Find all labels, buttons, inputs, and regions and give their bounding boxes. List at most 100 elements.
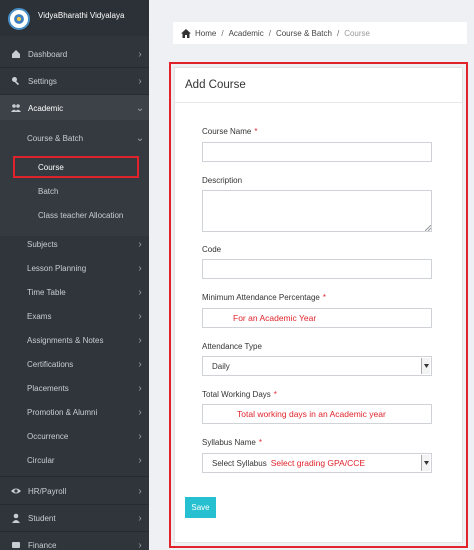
breadcrumb: Home / Academic / Course & Batch / Cours… (173, 22, 467, 44)
chevron-right-icon: › (138, 430, 142, 442)
min-attendance-input[interactable]: For an Academic Year (202, 308, 432, 328)
sidebar-subitem-promotion-alumni[interactable]: Promotion & Alumni › (0, 400, 149, 424)
min-attendance-label: Minimum Attendance Percentage * (202, 293, 326, 302)
user-icon (6, 513, 26, 523)
sidebar-subitem-label: Circular (27, 455, 55, 465)
description-label: Description (202, 176, 243, 185)
sidebar-subitem-time-table[interactable]: Time Table › (0, 280, 149, 304)
sidebar-subitem-assignments-notes[interactable]: Assignments & Notes › (0, 328, 149, 352)
dropdown-arrow-icon[interactable] (421, 455, 430, 471)
working-days-label: Total Working Days * (202, 390, 277, 399)
chevron-right-icon: › (138, 310, 142, 322)
sidebar-item-academic[interactable]: Academic ⌄ (0, 95, 149, 121)
sidebar-subitem-circular[interactable]: Circular › (0, 448, 149, 472)
sidebar-subitem-label: Exams (27, 311, 52, 321)
school-logo (8, 8, 30, 30)
sidebar-item-label: Dashboard (28, 49, 68, 59)
attendance-type-select[interactable]: Daily (202, 356, 432, 376)
sidebar-subitem-label: Assignments & Notes (27, 335, 104, 345)
dashboard-icon (6, 49, 26, 59)
chevron-right-icon: › (138, 334, 142, 346)
card-title: Add Course (175, 68, 462, 103)
chevron-right-icon: › (138, 485, 142, 497)
chevron-right-icon: › (138, 454, 142, 466)
sidebar-subitem-label: Promotion & Alumni (27, 407, 98, 417)
breadcrumb-course-batch-link[interactable]: Course & Batch (276, 29, 332, 38)
breadcrumb-separator: / (336, 28, 340, 38)
sidebar-subitem-subjects[interactable]: Subjects › (0, 232, 149, 256)
chevron-right-icon: › (138, 406, 142, 418)
chevron-right-icon: › (138, 48, 142, 60)
code-input[interactable] (202, 259, 432, 279)
chevron-right-icon: › (138, 382, 142, 394)
sidebar-item-settings[interactable]: Settings › (0, 68, 149, 94)
sidebar-subitem-label: Placements (27, 383, 69, 393)
description-textarea[interactable] (202, 190, 432, 232)
chevron-right-icon: › (138, 75, 142, 87)
sidebar-item-label: HR/Payroll (28, 486, 67, 496)
chevron-right-icon: › (138, 286, 142, 298)
sidebar-subitem-label: Occurrence (27, 431, 69, 441)
brand-header: VidyaBharathi Vidyalaya (0, 0, 149, 36)
sidebar-subitem-class-teacher-allocation[interactable]: Class teacher Allocation (0, 203, 149, 227)
dropdown-arrow-icon[interactable] (421, 358, 430, 374)
breadcrumb-separator: / (221, 28, 224, 38)
users-icon (6, 103, 26, 113)
sidebar-subitem-exams[interactable]: Exams › (0, 304, 149, 328)
required-mark: * (273, 390, 277, 399)
finance-icon (6, 540, 26, 550)
eye-icon (6, 486, 26, 496)
min-attendance-label-text: Minimum Attendance Percentage (202, 293, 320, 302)
syllabus-hint: Select grading GPA/CCE (270, 458, 366, 468)
required-mark: * (258, 438, 262, 447)
sidebar-item-student[interactable]: Student › (0, 505, 149, 531)
syllabus-label-text: Syllabus Name (202, 438, 256, 447)
sidebar-item-label: Student (28, 513, 56, 523)
attendance-type-label: Attendance Type (202, 342, 262, 351)
sidebar-subitem-placements[interactable]: Placements › (0, 376, 149, 400)
school-name: VidyaBharathi Vidyalaya (38, 11, 125, 20)
sidebar-subitem-label: Class teacher Allocation (38, 210, 124, 220)
save-button[interactable]: Save (185, 497, 216, 518)
sidebar-item-label: Settings (28, 76, 57, 86)
home-icon (181, 28, 191, 38)
sidebar-subitem-label: Subjects (27, 239, 58, 249)
course-name-input[interactable] (202, 142, 432, 162)
chevron-down-icon: ⌄ (135, 132, 145, 144)
course-name-label: Course Name * (202, 127, 257, 136)
sidebar-subitem-label: Course & Batch (27, 133, 84, 143)
sidebar-subitem-label: Batch (38, 186, 59, 196)
required-mark: * (254, 127, 258, 136)
breadcrumb-academic-link[interactable]: Academic (229, 29, 264, 38)
sidebar-subitem-course-batch[interactable]: Course & Batch ⌄ (0, 126, 149, 150)
breadcrumb-home-link[interactable]: Home (195, 29, 216, 38)
resize-grip-icon[interactable] (425, 225, 431, 231)
working-days-label-text: Total Working Days (202, 390, 271, 399)
required-mark: * (322, 293, 326, 302)
settings-icon (6, 76, 26, 86)
attendance-type-value: Daily (212, 361, 230, 371)
sidebar-subitem-lesson-planning[interactable]: Lesson Planning › (0, 256, 149, 280)
sidebar-item-dashboard[interactable]: Dashboard › (0, 41, 149, 67)
syllabus-select[interactable]: Select Syllabus Select grading GPA/CCE (202, 453, 432, 473)
sidebar-subitem-batch[interactable]: Batch (0, 179, 149, 203)
sidebar-subitem-occurrence[interactable]: Occurrence › (0, 424, 149, 448)
working-days-input[interactable]: Total working days in an Academic year (202, 404, 432, 424)
sidebar-subitem-label: Lesson Planning (27, 263, 87, 273)
sidebar-subitem-label: Certifications (27, 359, 74, 369)
sidebar-subitem-course[interactable]: Course (0, 155, 149, 179)
sidebar-subitem-label: Course (38, 162, 64, 172)
sidebar-subitem-label: Time Table (27, 287, 66, 297)
breadcrumb-current: Course (344, 28, 370, 38)
code-label: Code (202, 245, 222, 254)
sidebar-subitem-certifications[interactable]: Certifications › (0, 352, 149, 376)
sidebar-item-label: Finance (28, 540, 57, 550)
sidebar-item-finance[interactable]: Finance › (0, 532, 149, 550)
divider (0, 476, 149, 477)
chevron-down-icon: ⌄ (135, 102, 145, 114)
sidebar: VidyaBharathi Vidyalaya Dashboard › Sett… (0, 0, 149, 550)
syllabus-label: Syllabus Name * (202, 438, 262, 447)
sidebar-item-hr-payroll[interactable]: HR/Payroll › (0, 478, 149, 504)
chevron-right-icon: › (138, 539, 142, 550)
syllabus-value: Select Syllabus (212, 458, 267, 468)
